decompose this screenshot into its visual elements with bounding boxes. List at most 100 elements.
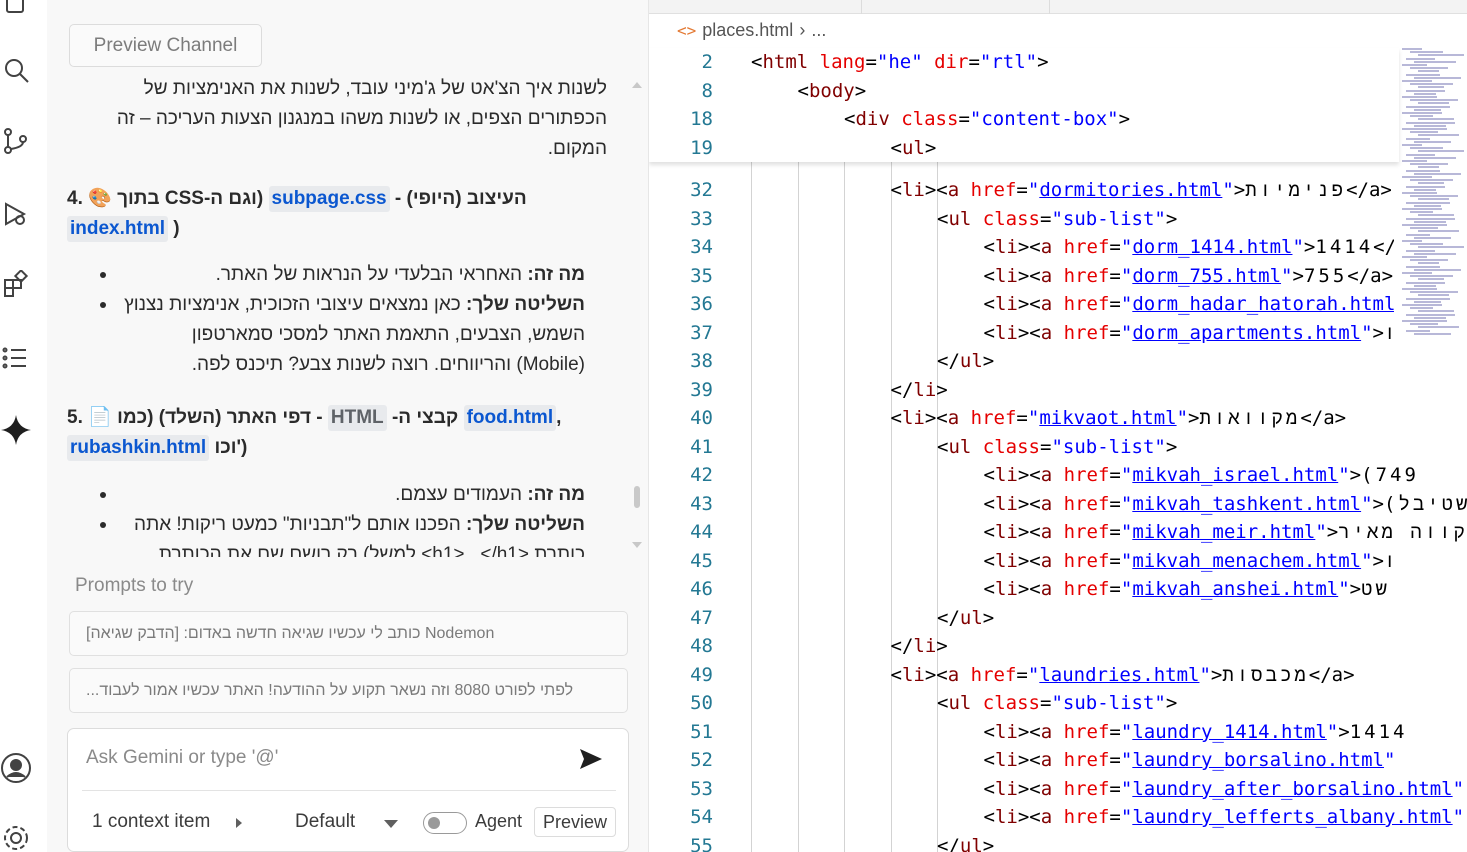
code-line[interactable]: 36 <li><a href="dorm_hadar_hatorah.html" bbox=[649, 290, 1407, 319]
minimap-line bbox=[1414, 140, 1451, 143]
chat-input[interactable]: Ask Gemini or type '@' bbox=[86, 747, 278, 769]
task-list-icon[interactable] bbox=[0, 340, 32, 372]
minimap-line bbox=[1402, 128, 1447, 130]
code-line[interactable]: 19 <ul> bbox=[649, 134, 1399, 163]
line-number: 55 bbox=[690, 834, 713, 852]
minimap-line bbox=[1406, 201, 1450, 204]
minimap-line bbox=[1402, 240, 1422, 242]
minimap-line bbox=[1410, 323, 1438, 326]
prompts-title: Prompts to try bbox=[75, 575, 194, 596]
sticky-scroll-header[interactable]: 2 <html lang="he" dir="rtl"> 8 <body> 18 <div… bbox=[649, 48, 1399, 162]
context-item-button[interactable]: 1 context item bbox=[92, 811, 210, 833]
code-line[interactable]: 52 <li><a href="laundry_borsalino.html" bbox=[649, 746, 1399, 775]
list-item: מה זה: האחראי הבלעדי על הנראות של האתר. bbox=[97, 260, 607, 290]
code-text: <li><a href="mikvaot.html">מקוואות</a> bbox=[890, 407, 1347, 429]
file-chip-index-html[interactable]: index.html bbox=[67, 216, 169, 242]
send-icon[interactable] bbox=[578, 747, 608, 773]
code-line[interactable]: 33 <ul class="sub-list"> bbox=[649, 205, 1399, 234]
minimap[interactable] bbox=[1394, 44, 1467, 344]
search-icon[interactable] bbox=[0, 54, 32, 86]
preview-channel-button[interactable]: Preview Channel bbox=[69, 24, 262, 67]
code-line[interactable]: 45 <li><a href="mikvah_menachem.html">ו bbox=[649, 547, 1399, 576]
code-area[interactable]: 2 <html lang="he" dir="rtl"> 8 <body> 18 <div… bbox=[649, 48, 1467, 852]
minimap-line bbox=[1414, 300, 1441, 303]
minimap-line bbox=[1414, 92, 1436, 95]
code-line[interactable]: 40 <li><a href="mikvaot.html">מקוואות</a> bbox=[649, 404, 1399, 433]
code-text: <ul> bbox=[890, 136, 937, 159]
code-line[interactable]: 51 <li><a href="laundry_1414.html">1414 bbox=[649, 718, 1404, 747]
document-emoji: 📄 bbox=[88, 407, 112, 428]
minimap-line bbox=[1418, 150, 1464, 153]
chat-messages[interactable]: לשנות איך הצ'אט של ג'מיני עובד, לשנות את… bbox=[47, 72, 648, 557]
minimap-line bbox=[1414, 252, 1456, 255]
code-line[interactable]: 18 <div class="content-box"> bbox=[649, 105, 1399, 134]
line-number: 39 bbox=[690, 378, 713, 401]
settings-gear-icon[interactable] bbox=[0, 822, 32, 852]
minimap-line bbox=[1402, 320, 1447, 322]
code-line[interactable]: 43 <li><a href="mikvah_tashkent.html">(שט… bbox=[649, 490, 1467, 519]
code-line[interactable]: 35 <li><a href="dorm_755.html">755</a> bbox=[649, 262, 1399, 291]
extensions-icon[interactable] bbox=[0, 268, 32, 300]
code-text: <li><a href="laundry_1414.html">1414 bbox=[983, 720, 1408, 743]
source-control-icon[interactable] bbox=[0, 125, 32, 157]
code-line[interactable]: 39 </li> bbox=[649, 376, 1399, 405]
mode-select[interactable]: Default bbox=[295, 811, 355, 833]
explorer-icon[interactable] bbox=[0, 0, 32, 18]
minimap-line bbox=[1406, 105, 1450, 108]
line-number: 51 bbox=[690, 720, 713, 743]
suggested-prompt[interactable]: לפתי לפורט 8080 וזה נשאר תקוע על ההודעה!… bbox=[69, 668, 628, 713]
minimap-line bbox=[1406, 217, 1455, 220]
code-line[interactable]: 2 <html lang="he" dir="rtl"> bbox=[649, 48, 1399, 77]
file-chip-subpage-css[interactable]: subpage.css bbox=[268, 186, 390, 212]
file-chip-rubashkin-html[interactable]: rubashkin.html bbox=[67, 435, 210, 461]
code-line[interactable]: 46 <li><a href="mikvah_anshei.html">שט bbox=[649, 575, 1399, 604]
breadcrumb-more[interactable]: ... bbox=[811, 20, 826, 41]
code-text: <li><a href="mikvah_meir.html">מקווה מאי… bbox=[983, 521, 1467, 543]
minimap-line bbox=[1402, 224, 1447, 226]
chat-scrollbar[interactable] bbox=[631, 80, 643, 550]
line-number: 32 bbox=[690, 179, 713, 201]
minimap-line bbox=[1418, 198, 1449, 201]
scroll-up-arrow-icon[interactable] bbox=[632, 82, 642, 88]
code-text: <body> bbox=[797, 79, 867, 102]
code-line[interactable]: 47 </ul> bbox=[649, 604, 1399, 633]
code-line[interactable]: 53 <li><a href="laundry_after_borsalino.h… bbox=[649, 775, 1464, 804]
line-number: 49 bbox=[690, 663, 713, 686]
code-line[interactable]: 54 <li><a href="laundry_lefferts_albany.h… bbox=[649, 803, 1464, 832]
code-text: <li><a href="mikvah_tashkent.html">(שטיב… bbox=[983, 492, 1467, 515]
preview-button[interactable]: Preview bbox=[534, 807, 616, 837]
code-line[interactable]: 8 <body> bbox=[649, 77, 1399, 106]
minimap-line bbox=[1414, 172, 1461, 175]
scroll-down-arrow-icon[interactable] bbox=[632, 542, 642, 548]
code-line[interactable]: 44 <li><a href="mikvah_meir.html">מקווה מ… bbox=[649, 518, 1467, 547]
code-line[interactable]: 42 <li><a href="mikvah_israel.html">(749 bbox=[649, 461, 1416, 490]
scrollbar-thumb[interactable] bbox=[634, 486, 640, 508]
code-line[interactable]: 38 </ul> bbox=[649, 347, 1399, 376]
minimap-line bbox=[1418, 310, 1454, 313]
minimap-line bbox=[1410, 147, 1443, 150]
code-line[interactable]: 37 <li><a href="dorm_apartments.html">ו bbox=[649, 319, 1399, 348]
code-line[interactable]: 49 <li><a href="laundries.html">מכבסות</a… bbox=[649, 661, 1399, 690]
code-line[interactable]: 41 <ul class="sub-list"> bbox=[649, 433, 1399, 462]
file-chip-food-html[interactable]: food.html bbox=[463, 405, 557, 431]
code-line[interactable]: 34 <li><a href="dorm_1414.html">1414</a bbox=[649, 233, 1407, 262]
code-line[interactable]: 32 <li><a href="dormitories.html">פנימיות… bbox=[649, 176, 1399, 205]
gemini-sparkle-icon[interactable] bbox=[0, 414, 32, 446]
chevron-right-icon[interactable] bbox=[236, 818, 242, 828]
minimap-line bbox=[1402, 192, 1437, 194]
code-line[interactable]: 50 <ul class="sub-list"> bbox=[649, 689, 1399, 718]
suggested-prompt[interactable]: כותב לי עכשיו שגיאה חדשה באדום: [הדבק שג… bbox=[69, 611, 628, 656]
chevron-down-icon[interactable] bbox=[384, 820, 398, 828]
account-icon[interactable] bbox=[0, 752, 32, 784]
code-line[interactable]: 48 </li> bbox=[649, 632, 1399, 661]
run-debug-icon[interactable] bbox=[0, 198, 32, 230]
minimap-line bbox=[1418, 262, 1439, 265]
minimap-line bbox=[1406, 153, 1435, 156]
minimap-line bbox=[1410, 99, 1458, 102]
minimap-line bbox=[1418, 182, 1444, 185]
minimap-line bbox=[1418, 326, 1459, 329]
breadcrumb-file[interactable]: places.html bbox=[702, 20, 793, 41]
code-line[interactable]: 55 </ul> bbox=[649, 832, 1399, 852]
agent-toggle[interactable] bbox=[423, 812, 467, 834]
minimap-line bbox=[1410, 83, 1453, 86]
